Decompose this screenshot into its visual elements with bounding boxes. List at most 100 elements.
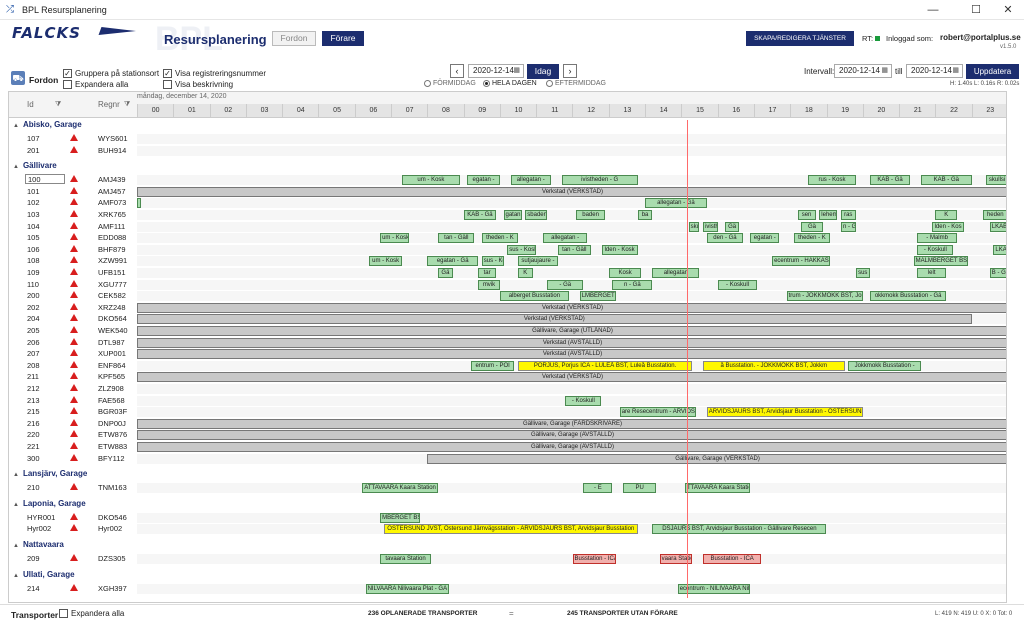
transport-bar[interactable]: ARVIDSJAURS BST, Arvidsjaur Busstation -… [706,407,863,418]
transport-bar[interactable]: sen [797,210,816,220]
timeline-lane[interactable]: tavaara Station Busstation - ICA vaara Sta… [137,554,1006,564]
vehicle-id[interactable]: 107 [27,134,40,143]
vehicle-id[interactable]: 200 [27,291,40,300]
timeline-lane[interactable]: sus - Kosk tan - Gäll lden - Kosk - Koskull… [137,244,1006,255]
transport-bar[interactable]: tan - Gäll [438,233,475,244]
transport-bar[interactable]: lelt [917,268,947,278]
col-regnr-header[interactable]: Regnr [98,100,120,109]
transport-bar[interactable]: allegatan - [543,233,587,244]
transport-bar[interactable]: um - Kosk [401,175,460,186]
vehicle-id[interactable]: 220 [27,430,40,439]
transport-bar[interactable] [137,198,141,209]
calendar-icon[interactable]: ▦ [881,65,888,77]
transport-bar[interactable]: Verkstad (AVSTÄLLD) [137,337,1006,348]
vehicle-row[interactable]: 207 XUP001 Verkstad (AVSTÄLLD) [9,348,1006,360]
transport-bar[interactable]: den - Gä [706,233,744,244]
transport-bar[interactable]: allegatan - [510,175,551,186]
timeline-lane[interactable]: Gällivare, Garage (AVSTÄLLD) [137,430,1006,441]
station-group-header[interactable]: ▲ Abisko, Garage [9,118,1006,131]
transport-bar[interactable]: KAB - Gä [463,210,497,220]
transport-bar[interactable]: - Koskull [917,244,954,255]
vehicle-id[interactable]: 201 [27,146,40,155]
vehicle-row[interactable]: 211 KPF565 Verkstad (VERKSTAD) [9,371,1006,383]
timeline-lane[interactable]: allegatan - Gä [137,198,1006,209]
vehicle-row[interactable]: 213 FAE568 - Koskull [9,395,1006,407]
transport-bar[interactable]: K [935,210,958,220]
vehicle-row[interactable]: 101 AMJ457 Verkstad (VERKSTAD) [9,186,1006,198]
transport-bar[interactable]: tar [478,268,497,278]
vehicle-row[interactable]: 110 XGU777 mvik - Gä n - Gä - Koskull [9,279,1006,291]
transport-bar[interactable]: trum - JOKKMOKK BST, Jol [786,291,863,302]
timeline-lane[interactable]: Verkstad (AVSTÄLLD) [137,349,1006,360]
vehicle-row[interactable]: 208 ENF864 entrum - POI PORJUS, Porjus ICA … [9,360,1006,372]
filter-icon[interactable]: ⧩ [124,101,130,109]
timeline-lane[interactable]: Gällivare, Garage (UTLÅNAD) [137,326,1006,336]
transport-bar[interactable]: ATTAVAARA Kaara Station [362,483,439,494]
vehicle-id[interactable]: 214 [27,584,40,593]
timeline-lane[interactable]: Verkstad (AVSTÄLLD) [137,337,1006,348]
transport-bar[interactable]: ecentrum - HAKKAS [772,256,831,267]
forare-tab-button[interactable]: Förare [322,31,364,46]
transport-bar[interactable]: lehem [819,210,838,220]
timeline-lane[interactable] [137,145,1006,156]
vehicle-row[interactable]: 209 DZS305 tavaara Station Busstation - ICA… [9,553,1006,565]
vehicle-id[interactable]: 100 [25,174,65,185]
vehicle-id[interactable]: 109 [27,268,40,277]
fordon-tab-button[interactable]: Fordon [272,31,316,46]
station-group-header[interactable]: ▲ Laponia, Garage [9,497,1006,510]
transport-bar[interactable]: Gä [724,221,740,232]
vehicle-row[interactable]: 103 XRK765 KAB - Gä gatan sbaden baden ba sen le… [9,209,1006,221]
vehicle-id[interactable]: 101 [27,187,40,196]
vehicle-row[interactable]: 206 DTL987 Verkstad (AVSTÄLLD) [9,337,1006,349]
transport-bar[interactable]: egatan - [750,233,780,244]
update-button[interactable]: Uppdatera [966,64,1019,79]
vehicle-row[interactable]: 105 EDD088 um - Kosk tan - Gäll theden - K al… [9,232,1006,244]
vehicle-id[interactable]: 205 [27,326,40,335]
vehicle-row[interactable]: 108 XZW991 um - Kosk egatan - Gäsus - Kosk s… [9,255,1006,267]
minimize-icon[interactable]: — [915,1,951,19]
vehicle-id[interactable]: 202 [27,303,40,312]
transport-bar[interactable]: sus [855,268,870,278]
vehicle-id[interactable]: 216 [27,419,40,428]
transport-bar[interactable]: are Resecentrum - ARVIDSJAURS BST, Arvid… [619,407,696,418]
transport-bar[interactable]: entrum - POI [470,360,515,371]
group-by-station-checkbox[interactable]: ✓ Gruppera på stationsort [63,69,159,78]
timeline-lane[interactable]: mvik - Gä n - Gä - Koskull [137,279,1006,290]
transport-bar[interactable]: - Koskull [717,279,758,290]
transport-bar[interactable]: Gällivare, Garage (UTLÅNAD) [137,326,1006,336]
transport-bar[interactable]: sus - Kosk [507,244,537,255]
vehicle-row[interactable]: 221 ETW883 Gällivare, Garage (AVSTÄLLD) [9,441,1006,453]
transport-bar[interactable]: theden - K [481,233,519,244]
transport-bar[interactable]: allegatan - Gä [645,198,707,209]
vehicle-row[interactable]: 220 ETW876 Gällivare, Garage (AVSTÄLLD) [9,429,1006,441]
vehicle-row[interactable]: 107 WYS601 [9,133,1006,145]
collapse-icon[interactable]: ▲ [13,543,19,549]
vehicle-id[interactable]: 300 [27,454,40,463]
transport-bar[interactable]: KAB - Gä [920,175,972,186]
timeline-lane[interactable]: um - Kosk tan - Gäll theden - K allegatan -… [137,233,1006,244]
transport-bar[interactable]: å Busstation. - JOKKMOKK BST, Jokkm [703,360,845,371]
vehicle-id[interactable]: 104 [27,222,40,231]
vehicle-row[interactable]: 106 BHF879 sus - Kosk tan - Gäll lden - Kosk… [9,244,1006,256]
transport-bar[interactable]: KAB - Gä [870,175,910,186]
vehicle-id[interactable]: Hyr002 [27,524,51,533]
vehicle-row[interactable]: 102 AMF073 allegatan - Gä [9,197,1006,209]
vehicle-row[interactable]: 109 UFB151 Gä tar K Kosk allegatan sus lelt B - G… [9,267,1006,279]
transport-bar[interactable]: Gä [438,268,453,278]
transport-bar[interactable]: Verkstad (VERKSTAD) [137,372,1006,383]
transport-bar[interactable]: tan - Gäll [558,244,591,255]
transport-bar[interactable]: Busstation - ICA [703,554,762,564]
expand-all-checkbox[interactable]: Expandera alla [63,80,128,89]
transport-bar[interactable]: tavaara Station [380,554,431,564]
timeline-lane[interactable]: Verkstad (VERKSTAD) [137,372,1006,383]
timeline-lane[interactable]: - Koskull [137,395,1006,406]
timeline-lane[interactable]: alberget Busstation LMBERGET B trum - JOKK… [137,291,1006,302]
vehicle-row[interactable]: 100 AMJ439 um - Kosk egatan - allegatan - ivi… [9,174,1006,186]
vehicle-row[interactable]: 104 AMF111 skullsivistheden Gä Gä n - Gä lden … [9,221,1006,233]
transport-bar[interactable]: - Koskull [565,395,602,406]
transport-bar[interactable]: Gällivare, Garage (FÄRDSKRIVARE) [137,418,1006,429]
timeline-lane[interactable]: entrum - POI PORJUS, Porjus ICA - LULEÅ B… [137,360,1006,371]
transport-bar[interactable]: MBERGET BS [380,512,420,523]
timeline-lane[interactable]: skullsivistheden Gä Gä n - Gä lden - Kos LKAB… [137,221,1006,232]
radio-allday[interactable]: HELA DAGEN [483,80,537,87]
